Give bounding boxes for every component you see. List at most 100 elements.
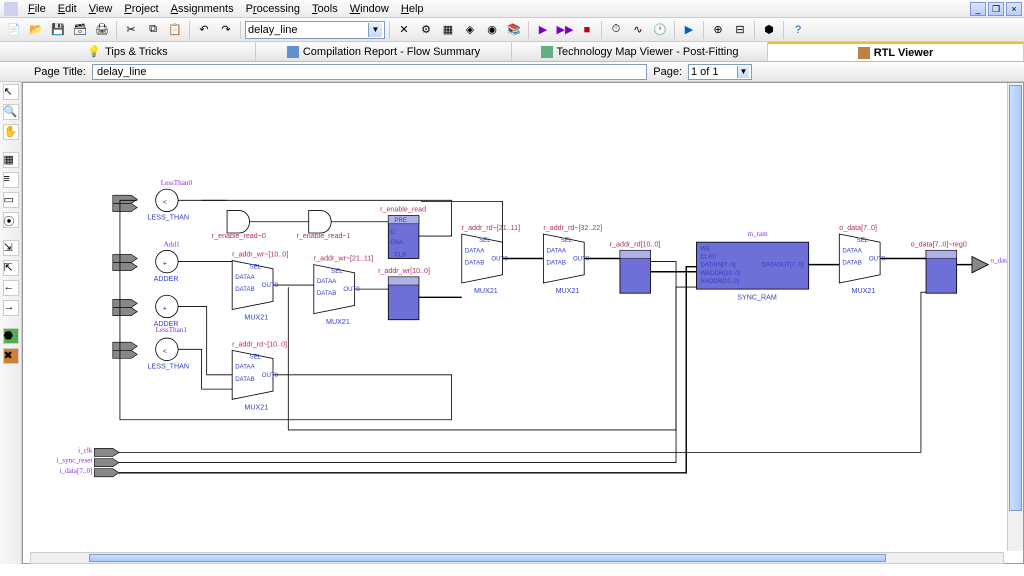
- chip-icon[interactable]: ▦: [438, 20, 458, 40]
- new-icon[interactable]: 📄: [4, 20, 24, 40]
- menu-processing[interactable]: Processing: [240, 2, 306, 16]
- svg-text:i_clk: i_clk: [78, 446, 93, 454]
- restore-button[interactable]: ❐: [988, 2, 1004, 16]
- play-icon[interactable]: ▶: [679, 20, 699, 40]
- svg-text:<: <: [163, 198, 167, 206]
- help-icon[interactable]: ?: [788, 20, 808, 40]
- svg-text:WE: WE: [701, 245, 711, 252]
- fwd-icon[interactable]: →: [3, 300, 19, 316]
- print-icon[interactable]: 🖨: [92, 20, 112, 40]
- menu-view[interactable]: View: [83, 2, 119, 16]
- svg-text:r_addr_rd~[32..22]: r_addr_rd~[32..22]: [543, 224, 602, 232]
- settings-icon[interactable]: ✕: [394, 20, 414, 40]
- tool-palette: ↖ 🔍 ✋ ▦ ≡ ▭ ⦿ ⇲ ⇱ ← → ⬣ ✖: [0, 82, 22, 564]
- grid-icon[interactable]: ▦: [3, 152, 19, 168]
- rtl-diagram: LessThan0 < LESS_THAN Add1 + ADDER + ADD…: [23, 83, 1023, 564]
- svg-text:SEL: SEL: [857, 237, 869, 244]
- svg-text:i_data[7..0]: i_data[7..0]: [60, 467, 93, 475]
- horizontal-scrollbar[interactable]: [30, 552, 1004, 564]
- copy-icon[interactable]: ⧉: [143, 20, 163, 40]
- svg-text:DATAA: DATAA: [235, 364, 255, 371]
- menu-window[interactable]: Window: [344, 2, 395, 16]
- cut-icon[interactable]: ✂: [121, 20, 141, 40]
- minimize-button[interactable]: _: [970, 2, 986, 16]
- hierarchy-value: delay_line: [248, 24, 298, 36]
- clock-icon[interactable]: 🕐: [650, 20, 670, 40]
- collapse-icon[interactable]: ⇱: [3, 260, 19, 276]
- hand-tool-icon[interactable]: ✋: [3, 124, 19, 140]
- compile-icon[interactable]: ▶: [533, 20, 553, 40]
- svg-text:m_ram: m_ram: [747, 230, 768, 238]
- stop-icon[interactable]: ■: [577, 20, 597, 40]
- svg-text:o_data[7..0]~reg0: o_data[7..0]~reg0: [911, 240, 967, 248]
- clear-icon[interactable]: ✖: [3, 348, 19, 364]
- pointer-tool-icon[interactable]: ↖: [3, 84, 19, 100]
- svg-text:MUX21: MUX21: [556, 287, 580, 295]
- hierarchy-combo[interactable]: delay_line ▼: [245, 21, 385, 39]
- pin-icon[interactable]: ◈: [460, 20, 480, 40]
- tool1-icon[interactable]: ⊕: [708, 20, 728, 40]
- analyze-icon[interactable]: ▶▶: [555, 20, 575, 40]
- map-icon: [541, 46, 553, 58]
- book-icon[interactable]: 📚: [504, 20, 524, 40]
- assign-icon[interactable]: ⚙: [416, 20, 436, 40]
- svg-text:PRE: PRE: [394, 217, 407, 224]
- rtl-canvas[interactable]: LessThan0 < LESS_THAN Add1 + ADDER + ADD…: [22, 82, 1024, 564]
- block-icon[interactable]: ▭: [3, 192, 19, 208]
- menu-bar: File Edit View Project Assignments Proce…: [0, 0, 1024, 18]
- layer-icon[interactable]: ≡: [3, 172, 19, 188]
- svg-text:SYNC_RAM: SYNC_RAM: [737, 293, 777, 301]
- svg-text:ENA: ENA: [390, 239, 403, 246]
- svg-text:<: <: [163, 347, 167, 355]
- sim-icon[interactable]: ⏱: [606, 20, 626, 40]
- close-button[interactable]: ×: [1006, 2, 1022, 16]
- undo-icon[interactable]: ↶: [194, 20, 214, 40]
- menu-edit[interactable]: Edit: [52, 2, 83, 16]
- menu-project[interactable]: Project: [118, 2, 164, 16]
- menu-tools[interactable]: Tools: [306, 2, 344, 16]
- svg-text:LESS_THAN: LESS_THAN: [147, 214, 189, 222]
- saveall-icon[interactable]: 🗃: [70, 20, 90, 40]
- tab-rtl-viewer[interactable]: RTL Viewer: [768, 42, 1024, 61]
- svg-text:MUX21: MUX21: [244, 404, 268, 412]
- back-icon[interactable]: ←: [3, 280, 19, 296]
- app-icon: [4, 2, 18, 16]
- page-title-field[interactable]: delay_line: [92, 64, 647, 80]
- svg-text:SEL: SEL: [250, 354, 262, 361]
- svg-text:DATAA: DATAA: [317, 278, 337, 285]
- document-tabs: 💡 Tips & Tricks Compilation Report - Flo…: [0, 42, 1024, 62]
- vertical-scrollbar[interactable]: [1007, 83, 1023, 551]
- svg-text:DATAIN[7..0]: DATAIN[7..0]: [701, 262, 736, 269]
- wave-icon[interactable]: ∿: [628, 20, 648, 40]
- paste-icon[interactable]: 📋: [165, 20, 185, 40]
- main-toolbar: 📄 📂 💾 🗃 🖨 ✂ ⧉ 📋 ↶ ↷ delay_line ▼ ✕ ⚙ ▦ ◈…: [0, 18, 1024, 42]
- svg-text:WADDR[10..0]: WADDR[10..0]: [701, 270, 741, 277]
- config-icon[interactable]: ⬢: [759, 20, 779, 40]
- tab-tips[interactable]: 💡 Tips & Tricks: [0, 42, 256, 61]
- menu-help[interactable]: Help: [395, 2, 430, 16]
- menu-assignments[interactable]: Assignments: [165, 2, 240, 16]
- svg-text:o_data[7..0]: o_data[7..0]: [839, 224, 877, 232]
- save-icon[interactable]: 💾: [48, 20, 68, 40]
- bulb-icon: 💡: [87, 45, 101, 58]
- rtl-icon: [858, 47, 870, 59]
- page-selector[interactable]: 1 of 1▼: [688, 64, 752, 80]
- svg-text:SEL: SEL: [331, 268, 343, 275]
- svg-text:D: D: [390, 229, 395, 236]
- tab-compilation-report[interactable]: Compilation Report - Flow Summary: [256, 42, 512, 61]
- zoom-tool-icon[interactable]: 🔍: [3, 104, 19, 120]
- tool2-icon[interactable]: ⊟: [730, 20, 750, 40]
- svg-text:MUX21: MUX21: [852, 287, 876, 295]
- svg-text:DATAB: DATAB: [235, 376, 254, 383]
- menu-file[interactable]: File: [22, 2, 52, 16]
- svg-text:DATAB: DATAB: [235, 286, 254, 293]
- svg-text:MUX21: MUX21: [474, 287, 498, 295]
- find-icon[interactable]: ⦿: [3, 212, 19, 228]
- timing-icon[interactable]: ◉: [482, 20, 502, 40]
- svg-text:r_enable_read: r_enable_read: [380, 206, 426, 214]
- open-icon[interactable]: 📂: [26, 20, 46, 40]
- filter-icon[interactable]: ⬣: [3, 328, 19, 344]
- expand-icon[interactable]: ⇲: [3, 240, 19, 256]
- tab-techmap[interactable]: Technology Map Viewer - Post-Fitting: [512, 42, 768, 61]
- redo-icon[interactable]: ↷: [216, 20, 236, 40]
